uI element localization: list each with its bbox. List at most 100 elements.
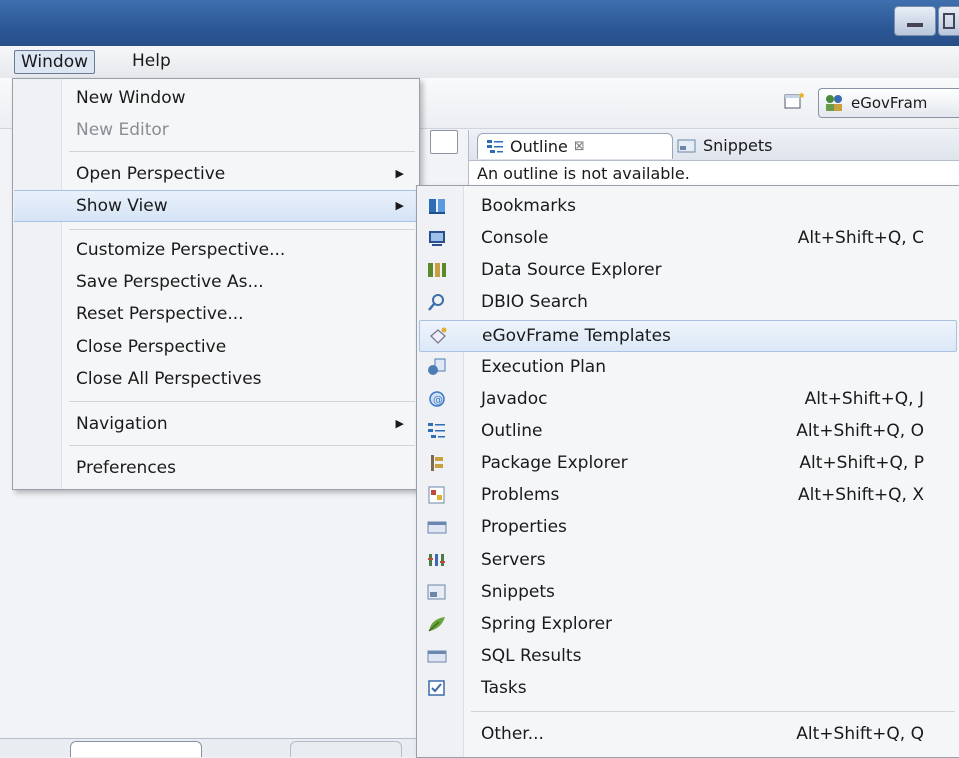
menu-window[interactable]: Window <box>14 50 96 74</box>
menu-item-new-window[interactable]: New Window <box>14 83 418 113</box>
view-item-label: Other... <box>481 724 544 744</box>
show-view-submenu: Bookmarks Console Alt+Shift+Q, C Data So… <box>416 185 959 758</box>
menu-separator <box>69 445 415 446</box>
servers-icon <box>428 554 445 566</box>
view-item-shortcut: Alt+Shift+Q, Q <box>796 724 924 744</box>
view-item-javadoc[interactable]: @ Javadoc Alt+Shift+Q, J <box>419 384 955 414</box>
properties-icon <box>427 521 447 534</box>
tab-outline[interactable]: Outline ⊠ <box>477 133 673 159</box>
view-tab-strip: Outline ⊠ Snippets <box>469 130 959 161</box>
console-icon <box>429 231 445 246</box>
menu-item-preferences[interactable]: Preferences <box>14 453 418 483</box>
view-item-label: Console <box>481 228 549 248</box>
menu-item-open-perspective[interactable]: Open Perspective ▶ <box>14 159 418 189</box>
menu-item-label: Customize Perspective... <box>76 240 286 260</box>
package-explorer-icon <box>431 455 443 471</box>
view-item-label: Execution Plan <box>481 357 606 377</box>
bottom-tab-selected[interactable] <box>70 741 202 757</box>
templates-icon <box>430 327 447 344</box>
menu-item-navigation[interactable]: Navigation ▶ <box>14 409 418 439</box>
tab-snippets[interactable]: Snippets <box>669 133 781 158</box>
view-item-console[interactable]: Console Alt+Shift+Q, C <box>419 223 955 253</box>
menu-item-label: Close All Perspectives <box>76 369 262 389</box>
submenu-arrow-icon: ▶ <box>395 167 404 180</box>
view-item-properties[interactable]: Properties <box>419 512 955 542</box>
minimize-button[interactable] <box>894 6 936 36</box>
view-item-problems[interactable]: Problems Alt+Shift+Q, X <box>419 480 955 510</box>
view-item-outline[interactable]: Outline Alt+Shift+Q, O <box>419 416 955 446</box>
data-source-icon <box>428 263 446 277</box>
view-maximize-button[interactable] <box>430 130 458 154</box>
menu-item-customize-perspective[interactable]: Customize Perspective... <box>14 235 418 265</box>
view-item-sql-results[interactable]: SQL Results <box>419 641 955 671</box>
perspective-switcher[interactable]: eGovFram <box>818 88 959 118</box>
view-item-egovframe-templates[interactable]: eGovFrame Templates <box>419 320 957 352</box>
minimize-icon <box>907 23 923 27</box>
menu-separator <box>69 229 415 230</box>
view-item-snippets[interactable]: Snippets <box>419 577 955 607</box>
view-item-label: Data Source Explorer <box>481 260 662 280</box>
view-item-label: SQL Results <box>481 646 582 666</box>
menu-item-reset-perspective[interactable]: Reset Perspective... <box>14 299 418 329</box>
menu-item-show-view[interactable]: Show View ▶ <box>14 190 418 222</box>
menu-item-label: New Window <box>76 88 186 108</box>
view-item-label: Package Explorer <box>481 453 628 473</box>
maximize-icon <box>943 13 955 29</box>
menu-separator <box>471 711 955 712</box>
perspective-label: eGovFram <box>851 94 928 112</box>
open-perspective-icon[interactable] <box>784 92 804 110</box>
menu-separator <box>69 151 415 152</box>
search-icon <box>428 294 444 311</box>
view-item-label: DBIO Search <box>481 292 588 312</box>
snippets-icon <box>677 139 696 152</box>
snippets-icon <box>427 584 446 600</box>
view-item-label: eGovFrame Templates <box>482 326 671 346</box>
view-item-label: Problems <box>481 485 560 505</box>
title-bar <box>0 0 959 46</box>
view-item-label: Outline <box>481 421 543 441</box>
menu-bar: Window Help <box>0 46 959 79</box>
menu-item-save-perspective-as[interactable]: Save Perspective As... <box>14 267 418 297</box>
view-item-spring-explorer[interactable]: Spring Explorer <box>419 609 955 639</box>
window-controls <box>892 6 959 36</box>
view-item-tasks[interactable]: Tasks <box>419 673 955 703</box>
view-item-label: Bookmarks <box>481 196 576 216</box>
maximize-button[interactable] <box>938 6 959 36</box>
submenu-arrow-icon: ▶ <box>395 417 404 430</box>
view-item-bookmarks[interactable]: Bookmarks <box>419 191 955 221</box>
submenu-arrow-icon: ▶ <box>395 199 404 212</box>
execution-plan-icon <box>428 358 446 375</box>
view-item-dbio-search[interactable]: DBIO Search <box>419 287 955 317</box>
view-item-shortcut: Alt+Shift+Q, J <box>804 389 924 409</box>
close-icon[interactable]: ⊠ <box>574 134 585 159</box>
outline-message: An outline is not available. <box>477 164 690 183</box>
tasks-icon <box>428 680 445 696</box>
tab-snippets-label: Snippets <box>703 136 773 155</box>
bottom-tab[interactable] <box>290 741 402 757</box>
view-item-shortcut: Alt+Shift+Q, P <box>799 453 924 473</box>
window-menu: New Window New Editor Open Perspective ▶… <box>12 78 420 490</box>
menu-help[interactable]: Help <box>126 50 177 72</box>
view-item-label: Javadoc <box>481 389 548 409</box>
view-item-label: Snippets <box>481 582 555 602</box>
view-item-execution-plan[interactable]: Execution Plan <box>419 352 955 382</box>
view-item-package-explorer[interactable]: Package Explorer Alt+Shift+Q, P <box>419 448 955 478</box>
view-item-data-source-explorer[interactable]: Data Source Explorer <box>419 255 955 285</box>
menu-item-close-all-perspectives[interactable]: Close All Perspectives <box>14 364 418 394</box>
view-item-shortcut: Alt+Shift+Q, X <box>798 485 924 505</box>
egovframe-perspective-icon <box>826 95 842 111</box>
menu-item-label: Open Perspective <box>76 164 226 184</box>
menu-item-label: Preferences <box>76 458 176 478</box>
view-item-servers[interactable]: Servers <box>419 545 955 575</box>
view-item-other[interactable]: Other... Alt+Shift+Q, Q <box>419 719 955 749</box>
menu-item-close-perspective[interactable]: Close Perspective <box>14 332 418 362</box>
view-item-label: Tasks <box>481 678 527 698</box>
sql-results-icon <box>427 650 447 663</box>
menu-item-label: Navigation <box>76 414 168 434</box>
view-item-shortcut: Alt+Shift+Q, C <box>797 228 924 248</box>
spring-icon <box>428 617 445 632</box>
view-item-label: Properties <box>481 517 567 537</box>
menu-item-label: Reset Perspective... <box>76 304 244 324</box>
view-item-label: Spring Explorer <box>481 614 613 634</box>
problems-icon <box>428 486 445 504</box>
